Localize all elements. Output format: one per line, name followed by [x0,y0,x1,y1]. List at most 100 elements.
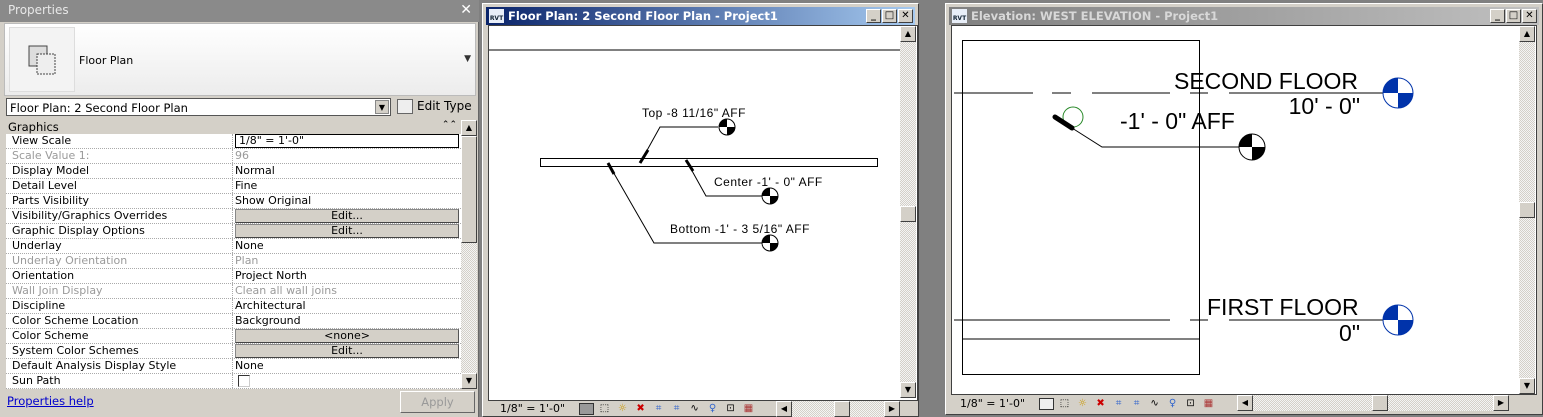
property-value-cell[interactable]: Normal [233,164,461,178]
sun-path-icon[interactable]: ☼ [615,403,630,415]
properties-scrollbar[interactable]: ▲ ▼ [461,120,477,389]
group-header-graphics[interactable]: Graphics ⌃⌃ [6,120,461,134]
view-scale[interactable]: 1/8" = 1'-0" [500,402,565,415]
scroll-left-button[interactable]: ◀ [776,401,792,417]
crop-region-icon[interactable]: ⌗ [1129,398,1144,410]
reveal-hidden-icon[interactable]: ⊡ [1183,398,1198,410]
temporary-hide-icon[interactable]: ♀ [705,403,720,415]
unlock-3d-icon[interactable]: ∿ [1147,398,1162,410]
scroll-up-button[interactable]: ▲ [461,120,477,136]
scroll-right-button[interactable]: ▶ [1493,395,1509,411]
horizontal-scrollbar[interactable]: ◀ ▶ [776,401,900,417]
property-label: Wall Join Display [6,284,233,298]
property-row[interactable]: Color Scheme <none> [6,329,461,344]
reveal-hidden-icon[interactable]: ⊡ [723,403,738,415]
property-row[interactable]: Color Scheme Location Background [6,314,461,329]
apply-button[interactable]: Apply [400,391,475,413]
property-row[interactable]: Visibility/Graphics Overrides Edit... [6,209,461,224]
elevation-title-bar[interactable]: RVT Elevation: WEST ELEVATION - Project1… [949,7,1539,25]
edit-type-button[interactable]: Edit Type [397,97,472,117]
property-row[interactable]: Underlay Orientation Plan [6,254,461,269]
view-scale[interactable]: 1/8" = 1'-0" [960,397,1025,410]
scroll-thumb[interactable] [1372,395,1388,411]
visual-style-icon[interactable]: ⬚ [1057,398,1072,410]
property-row[interactable]: Scale Value 1: 96 [6,149,461,164]
property-value-cell[interactable]: Background [233,314,461,328]
property-value-cell[interactable]: None [233,359,461,373]
analytical-model-icon[interactable]: ▦ [1201,398,1216,410]
scroll-down-button[interactable]: ▼ [900,382,916,398]
property-value-cell[interactable]: Edit... [233,209,461,223]
properties-help-link[interactable]: Properties help [7,394,94,408]
property-edit-button[interactable]: <none> [235,329,459,343]
sun-path-icon[interactable]: ☼ [1075,398,1090,410]
detail-level-icon[interactable] [1039,397,1055,410]
scroll-thumb[interactable] [461,136,477,243]
sun-path-checkbox[interactable] [238,375,250,387]
crop-region-icon[interactable]: ⌗ [669,403,684,415]
maximize-button[interactable]: □ [1506,9,1521,23]
property-value-cell[interactable]: None [233,239,461,253]
minimize-button[interactable]: _ [1490,9,1505,23]
vertical-scrollbar[interactable]: ▲ ▼ [900,26,916,398]
property-edit-button[interactable]: Edit... [235,344,459,358]
minimize-button[interactable]: _ [866,9,881,23]
detail-level-icon[interactable] [579,402,595,415]
floor-plan-canvas[interactable]: Top -8 11/16" AFF Center -1' - 0" AFF Bo… [488,25,918,401]
elevation-canvas[interactable]: SECOND FLOOR 10' - 0" FIRST FLOOR 0" -1'… [951,25,1537,395]
property-value-cell[interactable] [233,374,461,388]
property-row[interactable]: Detail Level Fine [6,179,461,194]
close-button[interactable]: ✕ [1522,9,1537,23]
property-edit-button[interactable]: Edit... [235,209,459,223]
property-row[interactable]: Orientation Project North [6,269,461,284]
shadows-icon[interactable]: ✖ [1093,398,1108,410]
property-row[interactable]: Discipline Architectural [6,299,461,314]
chevron-down-icon[interactable]: ▼ [464,54,471,64]
vertical-scrollbar[interactable]: ▲ ▼ [1519,26,1535,394]
property-value-cell[interactable]: Architectural [233,299,461,313]
property-value-cell[interactable]: Edit... [233,224,461,238]
property-row[interactable]: Wall Join Display Clean all wall joins [6,284,461,299]
property-row[interactable]: Default Analysis Display Style None [6,359,461,374]
close-icon[interactable]: ✕ [460,2,472,18]
scroll-thumb[interactable] [1519,202,1535,218]
type-selector[interactable]: Floor Plan ▼ [4,23,476,96]
horizontal-scrollbar[interactable]: ◀ ▶ [1237,395,1509,411]
scroll-right-button[interactable]: ▶ [884,401,900,417]
unlock-3d-icon[interactable]: ∿ [687,403,702,415]
scroll-left-button[interactable]: ◀ [1237,395,1253,411]
floor-plan-title-bar[interactable]: RVT Floor Plan: 2 Second Floor Plan - Pr… [486,7,915,25]
property-value-cell[interactable]: Fine [233,179,461,193]
property-value-cell[interactable]: Show Original [233,194,461,208]
property-value-cell[interactable]: Project North [233,269,461,283]
crop-view-icon[interactable]: ⌗ [651,403,666,415]
property-row[interactable]: View Scale 1/8" = 1'-0" [6,134,461,149]
scroll-up-button[interactable]: ▲ [900,26,916,42]
scroll-thumb[interactable] [834,401,850,417]
scroll-thumb[interactable] [900,206,916,222]
visual-style-icon[interactable]: ⬚ [597,403,612,415]
close-button[interactable]: ✕ [898,9,913,23]
collapse-icon[interactable]: ⌃⌃ [442,120,457,130]
analytical-model-icon[interactable]: ▦ [741,403,756,415]
property-row[interactable]: Parts Visibility Show Original [6,194,461,209]
crop-view-icon[interactable]: ⌗ [1111,398,1126,410]
chevron-down-icon[interactable]: ▼ [375,100,389,114]
shadows-icon[interactable]: ✖ [633,403,648,415]
property-row[interactable]: Sun Path [6,374,461,389]
scroll-up-button[interactable]: ▲ [1519,26,1535,42]
property-edit-button[interactable]: Edit... [235,224,459,238]
scroll-down-button[interactable]: ▼ [461,373,477,389]
view-instance-select[interactable]: Floor Plan: 2 Second Floor Plan ▼ [6,98,391,116]
property-value-cell[interactable]: Edit... [233,344,461,358]
property-row[interactable]: Underlay None [6,239,461,254]
property-value-cell[interactable]: 1/8" = 1'-0" [233,134,461,148]
property-value-cell[interactable]: <none> [233,329,461,343]
temporary-hide-icon[interactable]: ♀ [1165,398,1180,410]
view-scale-field[interactable]: 1/8" = 1'-0" [235,134,459,148]
maximize-button[interactable]: □ [882,9,897,23]
scroll-down-button[interactable]: ▼ [1519,378,1535,394]
property-row[interactable]: System Color Schemes Edit... [6,344,461,359]
property-row[interactable]: Display Model Normal [6,164,461,179]
property-row[interactable]: Graphic Display Options Edit... [6,224,461,239]
